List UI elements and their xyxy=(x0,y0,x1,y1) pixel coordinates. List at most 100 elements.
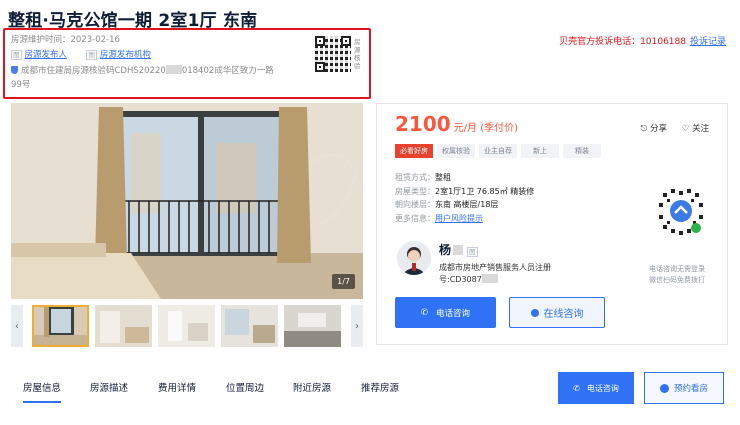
agent-cert-line2: 号:CD3087 xyxy=(439,275,482,284)
publisher-link[interactable]: 房源发布人 xyxy=(25,50,68,60)
masked-name xyxy=(453,245,464,255)
agent-name[interactable]: 杨图 xyxy=(439,241,481,258)
chevron-left-icon: ‹ xyxy=(15,320,19,332)
agent-certificate: 成都市房地产销售服务人员注册 号:CD3087 xyxy=(439,262,551,286)
maintain-time-value: 2023-02-16 xyxy=(70,35,120,45)
thumbnail-image xyxy=(32,305,89,347)
photo-counter: 1/7 xyxy=(332,274,355,289)
share-button[interactable]: ⎋ 分享 xyxy=(641,122,667,134)
price-amount: 2100 xyxy=(395,112,451,136)
tabbar-phone-label: 电话咨询 xyxy=(586,383,619,393)
source-links: 图房源发布人 图房源发布机构 xyxy=(11,48,151,60)
attr-label: 朝向楼层： xyxy=(395,200,435,209)
tag-list: 必看好房 权属核验 业主自荐 新上 精装 xyxy=(395,144,601,158)
thumbnail-1[interactable] xyxy=(32,305,89,347)
verify-qr-caption: 房源核验 xyxy=(354,38,361,70)
maintain-time: 房源维护时间：2023-02-16 xyxy=(11,33,120,45)
tabbar-phone-button[interactable]: ✆ 电话咨询 xyxy=(558,372,634,404)
thumbnail-image xyxy=(284,305,341,347)
thumbnail-3[interactable] xyxy=(158,305,215,347)
tag-owner-recommend: 业主自荐 xyxy=(479,144,517,158)
attr-row: 更多信息：用户风险提示 xyxy=(395,212,534,226)
avatar-image xyxy=(397,241,431,275)
phone-icon: ✆ xyxy=(573,383,580,393)
thumbnail-image xyxy=(221,305,278,347)
verify-code-suffix: 018402成华区致力一路 xyxy=(181,66,274,76)
attr-value: 2室1厅1卫 76.85㎡ 精装修 xyxy=(435,186,535,196)
tag-new: 新上 xyxy=(521,144,559,158)
qr-caption: 电话咨询无需登录 微信扫码免费拨打 xyxy=(627,264,727,286)
tab-description[interactable]: 房源描述 xyxy=(90,380,128,394)
tab-house-info[interactable]: 房屋信息 xyxy=(23,380,62,403)
agent-avatar[interactable] xyxy=(397,241,431,275)
attr-row: 租赁方式：整租 xyxy=(395,171,534,185)
attr-row: 房屋类型：2室1厅1卫 76.85㎡ 精装修 xyxy=(395,185,534,199)
risk-notice-link[interactable]: 用户风险提示 xyxy=(435,214,483,223)
verify-qr-code[interactable] xyxy=(315,36,351,72)
qr-corner xyxy=(315,62,325,72)
qr-image xyxy=(652,182,710,240)
attr-row: 朝向楼层：东南 高楼层/18层 xyxy=(395,198,534,212)
phone-consult-button[interactable]: ✆ 电话咨询 xyxy=(395,297,496,328)
follow-label: 关注 xyxy=(691,124,709,134)
masked-digits xyxy=(165,65,182,74)
phone-consult-label: 电话咨询 xyxy=(436,308,471,319)
clock-icon xyxy=(659,383,669,393)
shield-icon xyxy=(11,66,18,74)
agent-badge-icon: 图 xyxy=(467,247,478,257)
thumb-next-button[interactable]: › xyxy=(351,305,363,347)
room-photo-illustration xyxy=(11,103,363,299)
tag-fine-decoration: 精装 xyxy=(563,144,601,158)
qr-caption-line1: 电话咨询无需登录 xyxy=(649,265,705,273)
thumbnail-strip: ‹ › xyxy=(11,305,363,347)
attr-label: 房屋类型： xyxy=(395,186,435,196)
masked-digits xyxy=(481,274,498,283)
complaint-label: 贝壳官方投诉电话：10106188 xyxy=(559,37,686,47)
book-viewing-button[interactable]: 预约看房 xyxy=(644,372,724,404)
online-consult-button[interactable]: 在线咨询 xyxy=(509,297,605,328)
attr-label: 更多信息： xyxy=(395,213,435,223)
share-label: 分享 xyxy=(649,124,667,134)
complaint-record-link[interactable]: 投诉记录 xyxy=(690,37,726,47)
phone-icon: ✆ xyxy=(420,307,429,318)
chat-icon xyxy=(530,308,539,317)
qr-corner xyxy=(341,36,351,46)
attr-value: 东南 高楼层/18层 xyxy=(435,200,499,209)
publisher-tag: 图 xyxy=(11,50,22,60)
qr-corner xyxy=(315,36,325,46)
tag-must-see: 必看好房 xyxy=(395,144,433,158)
attr-label: 租赁方式： xyxy=(395,173,435,182)
thumbnail-2[interactable] xyxy=(95,305,152,347)
thumbnail-5[interactable] xyxy=(284,305,341,347)
attr-value: 整租 xyxy=(435,173,451,182)
tag-ownership-verified: 权属核验 xyxy=(437,144,475,158)
thumbnail-image xyxy=(95,305,152,347)
qr-caption-line2: 微信扫码免费拨打 xyxy=(649,276,705,284)
listing-info-panel: 2100 元/月 (季付价) ⎋ 分享 ♡ 关注 必看好房 权属核验 业主自荐 新… xyxy=(376,103,728,345)
section-tab-bar: 房屋信息 房源描述 费用详情 位置周边 附近房源 推荐房源 ✆ 电话咨询 预约看房 xyxy=(11,368,729,406)
thumbnail-image xyxy=(158,305,215,347)
tab-recommended[interactable]: 推荐房源 xyxy=(361,380,399,394)
book-viewing-label: 预约看房 xyxy=(673,384,708,394)
heart-icon: ♡ xyxy=(681,124,690,134)
verify-code: 成都市住建局房源核验码CDHS20220 018402成华区致力一路 xyxy=(11,64,274,76)
share-icon: ⎋ xyxy=(640,124,648,134)
follow-button[interactable]: ♡ 关注 xyxy=(682,122,709,134)
main-photo[interactable]: 1/7 xyxy=(11,103,363,299)
thumb-prev-button[interactable]: ‹ xyxy=(11,305,23,347)
tab-location[interactable]: 位置周边 xyxy=(226,380,264,394)
price: 2100 元/月 (季付价) xyxy=(395,112,518,136)
verification-box: 房源维护时间：2023-02-16 图房源发布人 图房源发布机构 成都市住建局房… xyxy=(3,28,371,99)
tab-nearby[interactable]: 附近房源 xyxy=(293,380,331,394)
agent-cert-line1: 成都市房地产销售服务人员注册 xyxy=(439,263,551,272)
tab-fees[interactable]: 费用详情 xyxy=(158,380,196,394)
complaint-hotline: 贝壳官方投诉电话：10106188 投诉记录 xyxy=(559,34,726,47)
publisher-org-link[interactable]: 房源发布机构 xyxy=(100,50,151,60)
org-tag: 图 xyxy=(86,50,97,60)
verify-code-prefix: 成都市住建局房源核验码CDHS20220 xyxy=(21,66,166,76)
verify-address-line2: 99号 xyxy=(11,80,31,90)
wechat-qr-code[interactable] xyxy=(651,181,711,241)
property-attributes: 租赁方式：整租 房屋类型：2室1厅1卫 76.85㎡ 精装修 朝向楼层：东南 高… xyxy=(395,171,534,225)
thumbnail-4[interactable] xyxy=(221,305,278,347)
agent-cert-line2-wrap: 号:CD3087 xyxy=(439,274,551,286)
